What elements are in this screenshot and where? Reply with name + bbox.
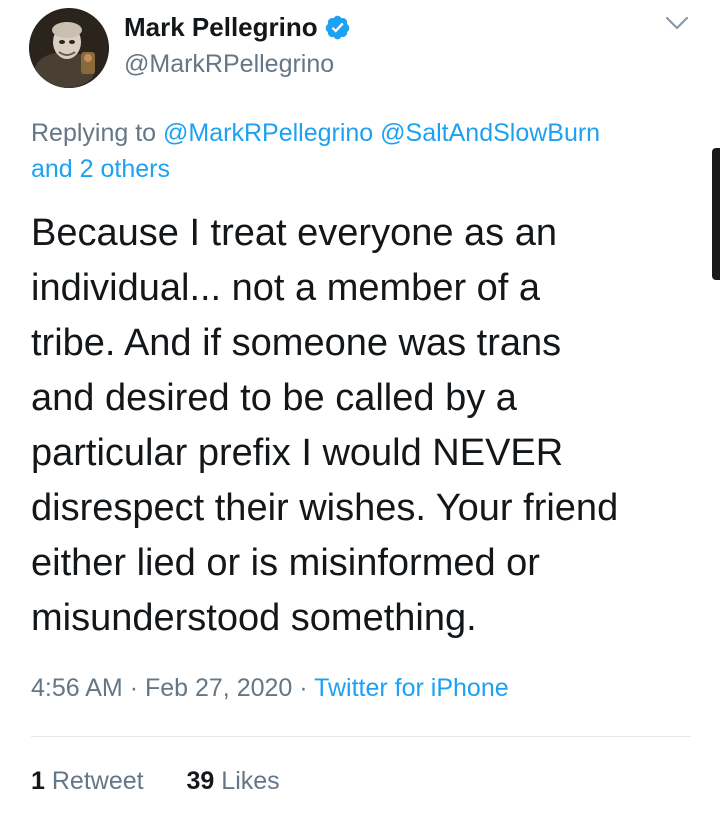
avatar[interactable] — [29, 8, 109, 88]
tweet-line: either lied or is misinformed or — [31, 542, 540, 584]
author-handle[interactable]: @MarkRPellegrino — [124, 50, 334, 79]
likes-count: 39 — [186, 767, 215, 795]
scrollbar[interactable] — [712, 148, 720, 280]
retweets-label: Retweet — [51, 767, 144, 795]
retweets-count: 1 — [31, 767, 45, 795]
tweet-line: and desired to be called by a — [31, 377, 517, 419]
tweet-date[interactable]: Feb 27, 2020 — [145, 674, 292, 702]
tweet-line: individual... not a member of a — [31, 267, 541, 309]
mention-link[interactable]: @SaltAndSlowBurn — [380, 119, 600, 147]
chevron-down-icon[interactable] — [663, 12, 691, 34]
divider — [31, 736, 691, 737]
tweet-meta: 4:56 AM · Feb 27, 2020 · Twitter for iPh… — [31, 674, 509, 703]
author-display-name[interactable]: Mark Pellegrino — [124, 12, 318, 43]
author-name-row[interactable]: Mark Pellegrino — [124, 12, 351, 43]
meta-separator: · — [299, 674, 308, 702]
tweet-line: tribe. And if someone was trans — [31, 322, 562, 364]
tweet-stats: 1 Retweet 39 Likes — [31, 767, 280, 796]
verified-badge-icon — [325, 15, 349, 40]
tweet-line: Because I treat everyone as an — [31, 212, 557, 254]
others-link[interactable]: and 2 others — [31, 155, 170, 183]
tweet-line: particular prefix I would NEVER — [31, 432, 564, 474]
replying-to: Replying to @MarkRPellegrino @SaltAndSlo… — [31, 115, 691, 187]
tweet-line: disrespect their wishes. Your friend — [31, 487, 619, 529]
tweet-line: misunderstood something. — [31, 597, 477, 639]
tweet-source-link[interactable]: Twitter for iPhone — [314, 674, 509, 702]
replying-prefix: Replying to — [31, 119, 157, 147]
likes-label: Likes — [221, 767, 280, 795]
retweets-stat[interactable]: 1 Retweet — [31, 767, 151, 795]
tweet-text: Because I treat everyone as an individua… — [31, 206, 701, 646]
likes-stat[interactable]: 39 Likes — [187, 767, 280, 795]
tweet-time[interactable]: 4:56 AM — [31, 674, 123, 702]
mention-link[interactable]: @MarkRPellegrino — [163, 119, 373, 147]
meta-separator: · — [129, 674, 139, 702]
